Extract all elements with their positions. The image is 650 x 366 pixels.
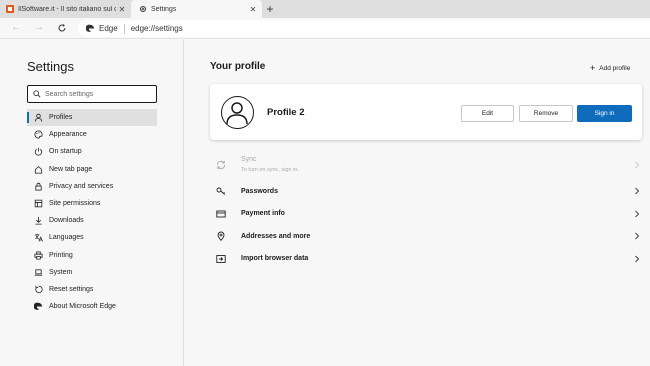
- addresses-row[interactable]: Addresses and more: [210, 225, 642, 248]
- import-icon: [216, 254, 226, 264]
- edge-icon: [86, 24, 95, 32]
- chevron-right-icon: [633, 187, 641, 195]
- add-profile-label: Add profile: [599, 64, 631, 72]
- import-data-row[interactable]: Import browser data: [210, 248, 642, 271]
- address-divider: [123, 23, 125, 34]
- row-label: Passwords: [241, 187, 278, 195]
- sidebar-item-label: Reset settings: [49, 285, 94, 293]
- chevron-right-icon: [633, 232, 641, 240]
- edit-button[interactable]: Edit: [461, 105, 514, 122]
- tab-ilsoftware[interactable]: IlSoftware.it - Il sito italiano sul c ✕: [0, 0, 131, 18]
- site-permissions-icon: [34, 199, 43, 208]
- palette-icon: [34, 130, 43, 139]
- profile-settings-list: Sync To turn on sync, sign in. Passwords…: [210, 150, 642, 270]
- sidebar-item-label: Appearance: [49, 131, 87, 139]
- sidebar-item-profiles[interactable]: Profiles: [27, 109, 157, 127]
- sidebar-nav: Profiles Appearance On startup New tab p…: [27, 109, 157, 315]
- sidebar-item-reset-settings[interactable]: Reset settings: [27, 281, 157, 298]
- tab-settings[interactable]: Settings ✕: [131, 0, 262, 18]
- reload-icon: [58, 24, 66, 32]
- plus-icon: +: [590, 63, 596, 73]
- sidebar-title: Settings: [27, 59, 74, 74]
- lock-icon: [34, 182, 43, 191]
- card-icon: [216, 209, 226, 219]
- chevron-right-icon: [633, 255, 641, 263]
- page-title: Your profile: [210, 61, 266, 72]
- power-icon: [34, 147, 43, 157]
- sidebar-item-downloads[interactable]: Downloads: [27, 212, 157, 229]
- sidebar-item-label: Languages: [49, 234, 84, 242]
- row-label: Payment info: [241, 210, 285, 218]
- sidebar-item-label: On startup: [49, 148, 82, 156]
- passwords-row[interactable]: Passwords: [210, 180, 642, 203]
- person-icon: [34, 113, 43, 122]
- search-input[interactable]: [45, 90, 145, 98]
- printer-icon: [34, 251, 43, 260]
- sidebar-item-languages[interactable]: Languages: [27, 229, 157, 246]
- sidebar-item-label: Printing: [49, 251, 73, 259]
- row-label: Addresses and more: [241, 232, 311, 240]
- sidebar-item-label: Downloads: [49, 217, 84, 225]
- languages-icon: [34, 233, 43, 243]
- close-tab-icon[interactable]: ✕: [116, 5, 128, 14]
- sidebar-item-privacy[interactable]: Privacy and services: [27, 178, 157, 195]
- avatar: [221, 96, 254, 129]
- row-label: Sync: [241, 156, 257, 163]
- navigation-bar: ← → Edge edge://settings: [0, 18, 650, 39]
- sign-in-button[interactable]: Sign in: [577, 105, 632, 122]
- back-button[interactable]: ←: [9, 21, 23, 35]
- tab-title: Settings: [151, 5, 177, 13]
- laptop-icon: [34, 268, 43, 277]
- profile-card: Profile 2 Edit Remove Sign in: [210, 84, 642, 140]
- reset-icon: [34, 285, 43, 294]
- remove-button[interactable]: Remove: [519, 105, 573, 122]
- chevron-right-icon: [633, 161, 641, 169]
- gear-icon: [139, 5, 147, 13]
- sidebar-item-on-startup[interactable]: On startup: [27, 143, 157, 160]
- edge-icon: [34, 302, 43, 311]
- sidebar-item-printing[interactable]: Printing: [27, 247, 157, 264]
- sidebar-item-new-tab-page[interactable]: New tab page: [27, 161, 157, 178]
- search-icon: [33, 90, 41, 98]
- settings-main: Your profile + Add profile Profile 2 Edi…: [185, 40, 650, 366]
- tab-title: IlSoftware.it - Il sito italiano sul c: [18, 5, 116, 13]
- close-tab-icon[interactable]: ✕: [247, 5, 259, 14]
- forward-button[interactable]: →: [32, 21, 46, 35]
- sidebar-item-label: About Microsoft Edge: [49, 303, 116, 311]
- sidebar-item-appearance[interactable]: Appearance: [27, 126, 157, 143]
- sync-row: Sync To turn on sync, sign in.: [210, 150, 642, 180]
- add-profile-button[interactable]: + Add profile: [590, 63, 630, 73]
- row-label: Import browser data: [241, 255, 309, 263]
- sidebar-item-label: New tab page: [49, 165, 93, 173]
- new-tab-button[interactable]: +: [263, 1, 277, 17]
- sidebar-item-system[interactable]: System: [27, 264, 157, 281]
- person-avatar-icon: [226, 102, 248, 125]
- chevron-right-icon: [633, 210, 641, 218]
- sidebar-item-label: Privacy and services: [49, 182, 114, 190]
- location-icon: [216, 231, 226, 242]
- url-text[interactable]: edge://settings: [131, 24, 183, 33]
- profile-name: Profile 2: [267, 107, 305, 118]
- row-sublabel: To turn on sync, sign in.: [241, 167, 299, 173]
- sidebar-item-site-permissions[interactable]: Site permissions: [27, 195, 157, 212]
- tab-strip: IlSoftware.it - Il sito italiano sul c ✕…: [0, 0, 650, 18]
- sidebar-item-about-edge[interactable]: About Microsoft Edge: [27, 298, 157, 315]
- settings-sidebar: Settings Profiles Appearance On startup …: [0, 40, 184, 366]
- sidebar-item-label: Profiles: [49, 114, 73, 122]
- site-identity: Edge: [99, 24, 118, 33]
- sidebar-item-label: Site permissions: [49, 200, 101, 208]
- payment-info-row[interactable]: Payment info: [210, 203, 642, 226]
- address-bar[interactable]: Edge edge://settings: [78, 20, 650, 37]
- sync-icon: [216, 160, 226, 170]
- search-box[interactable]: [27, 85, 157, 103]
- download-icon: [34, 216, 43, 225]
- sidebar-item-label: System: [49, 268, 73, 276]
- key-icon: [216, 186, 226, 196]
- ilsoftware-favicon-icon: [6, 5, 14, 13]
- reload-button[interactable]: [55, 21, 69, 35]
- home-icon: [34, 165, 43, 174]
